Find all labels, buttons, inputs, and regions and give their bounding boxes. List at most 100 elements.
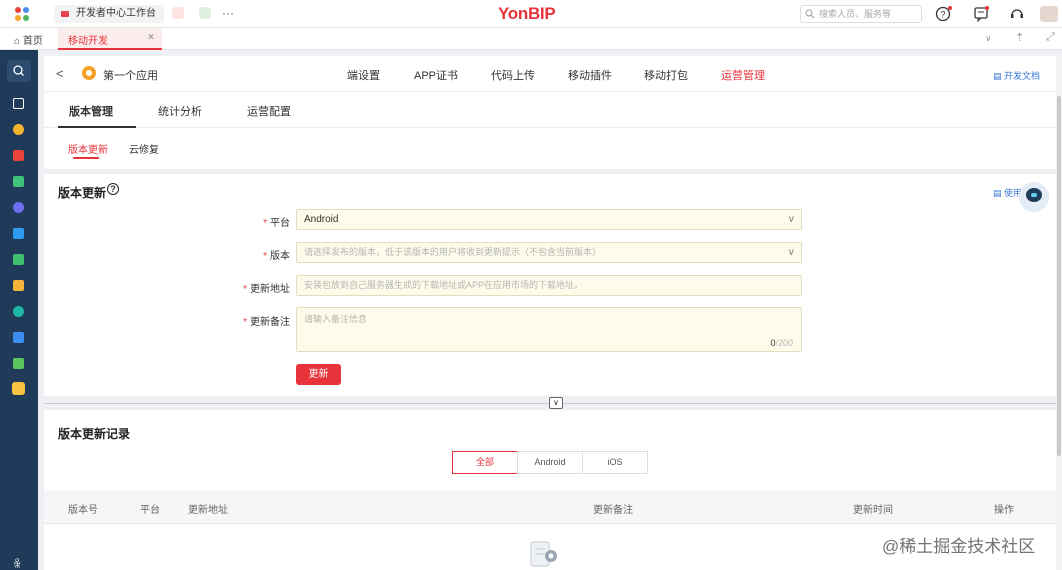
version-update-form: 版本更新 ? ▤ 使用 * 平台 Android ∨ * 版本 请选择发布的版本，低…: [44, 174, 1056, 396]
close-icon[interactable]: ×: [148, 32, 154, 43]
document-icon: ▤: [992, 188, 1004, 198]
tab-version-update[interactable]: 版本更新: [68, 141, 108, 156]
upload-icon[interactable]: ⇡: [1015, 31, 1024, 44]
sidebar-item-face-icon[interactable]: [12, 382, 25, 395]
col-actions: 操作: [994, 505, 1014, 516]
tab-bar: ⌂ 首页 移动开发 × ∨ ⇡ ⤢: [0, 28, 1062, 50]
help-icon[interactable]: ?: [935, 5, 953, 23]
home-tab[interactable]: ⌂ 首页: [14, 32, 43, 47]
col-update-note: 更新备注: [593, 505, 633, 516]
notification-icon[interactable]: [972, 5, 990, 23]
update-url-input[interactable]: 安装包放到自己服务器生成的下载地址或APP在应用市场的下载地址。: [296, 275, 802, 296]
filter-all[interactable]: 全部: [452, 451, 518, 474]
sidebar-item-grid-icon[interactable]: [13, 150, 24, 161]
workbench-tab[interactable]: 开发者中心工作台: [54, 5, 164, 23]
document-icon: ▤: [992, 71, 1004, 81]
nav-mobile-packaging[interactable]: 移动打包: [644, 67, 688, 83]
filter-android[interactable]: Android: [517, 451, 583, 474]
form-title: 版本更新: [58, 186, 107, 200]
sidebar-item-apps-icon[interactable]: [13, 98, 24, 109]
platform-label: * 平台: [263, 218, 290, 229]
workbench-icon: [61, 11, 69, 17]
collapse-toggle-icon[interactable]: ∨: [549, 397, 563, 409]
char-counter: 0/200: [770, 338, 793, 348]
col-update-url: 更新地址: [188, 505, 228, 516]
sidebar-item-tool-icon[interactable]: [13, 358, 24, 369]
support-icon[interactable]: [1008, 5, 1026, 23]
platform-value: Android: [304, 214, 339, 225]
filter-ios[interactable]: iOS: [582, 451, 648, 474]
sidebar-item-user-icon[interactable]: [13, 280, 24, 291]
tab-mobile-dev[interactable]: 移动开发 ×: [58, 28, 162, 50]
sub-tabs: 版本管理 统计分析 运营配置: [44, 92, 1056, 128]
home-icon: ⌂: [14, 36, 21, 47]
back-icon[interactable]: <: [56, 66, 64, 81]
message-icon[interactable]: [172, 7, 184, 19]
brand-logo: YonBIP: [498, 4, 556, 23]
sidebar-item-layer-icon[interactable]: [13, 306, 24, 317]
scrollbar[interactable]: [1056, 56, 1062, 570]
col-platform: 平台: [140, 505, 160, 516]
update-url-placeholder: 安装包放到自己服务器生成的下载地址或APP在应用市场的下载地址。: [304, 280, 584, 290]
active-tab-indicator: [58, 126, 136, 128]
tab-mobile-dev-label: 移动开发: [68, 36, 108, 47]
app-logo-icon: [82, 66, 96, 80]
tab-statistics[interactable]: 统计分析: [158, 103, 202, 119]
help-icon[interactable]: ?: [107, 183, 119, 195]
col-version: 版本号: [68, 505, 98, 516]
version-placeholder: 请选择发布的版本，低于该版本的用户将收到更新提示（不包含当前版本）: [304, 247, 602, 257]
update-note-label: * 更新备注: [243, 317, 290, 328]
nav-mobile-plugin[interactable]: 移动插件: [568, 67, 612, 83]
records-title: 版本更新记录: [58, 427, 131, 441]
nav-app-certificate[interactable]: APP证书: [414, 67, 458, 83]
active-subtab-indicator: [73, 157, 99, 159]
sidebar-item-team-icon[interactable]: [13, 332, 24, 343]
usage-link[interactable]: ▤ 使用: [993, 186, 1022, 199]
chevron-down-icon: ∨: [787, 214, 795, 225]
nav-operations[interactable]: 运营管理: [721, 67, 765, 83]
col-update-time: 更新时间: [853, 505, 893, 516]
global-search-input[interactable]: 搜索人员、服务等: [800, 5, 922, 23]
svg-text:?: ?: [941, 10, 946, 20]
dev-docs-label: 开发文档: [1003, 71, 1040, 81]
update-note-textarea[interactable]: 请输入备注信息 0/200: [296, 307, 802, 352]
empty-state-icon: [530, 541, 557, 567]
sidebar-user-icon[interactable]: ꆜ: [13, 556, 22, 570]
sidebar-item-modules-icon[interactable]: [13, 176, 24, 187]
dev-docs-link[interactable]: ▤ 开发文档: [993, 69, 1040, 82]
watermark: @稀土掘金技术社区: [882, 537, 1036, 556]
search-icon: [805, 9, 815, 19]
left-sidebar: ꆜ: [0, 50, 38, 570]
tab-version-management[interactable]: 版本管理: [69, 103, 113, 119]
records-table-header: 版本号 平台 更新地址 更新备注 更新时间 操作: [44, 490, 1056, 524]
assistant-robot-icon[interactable]: [1019, 182, 1049, 212]
workbench-tab-label: 开发者中心工作台: [76, 8, 156, 19]
app-header-card: < 第一个应用 端设置 APP证书 代码上传 移动插件 移动打包 运营管理 ▤ …: [44, 56, 1056, 169]
search-placeholder: 搜索人员、服务等: [819, 9, 892, 19]
nav-endpoint-settings[interactable]: 端设置: [347, 67, 380, 83]
version-label: * 版本: [263, 251, 290, 262]
update-button[interactable]: 更新: [296, 364, 341, 385]
update-note-placeholder: 请输入备注信息: [304, 314, 368, 324]
sidebar-item-circle-icon[interactable]: [13, 202, 24, 213]
platform-select[interactable]: Android ∨: [296, 209, 802, 230]
tab-cloud-fix[interactable]: 云修复: [129, 141, 159, 156]
tab-operation-config[interactable]: 运营配置: [247, 103, 291, 119]
sidebar-search-button[interactable]: [7, 60, 31, 82]
app-launcher-icon[interactable]: [14, 6, 30, 22]
more-icon[interactable]: ···: [222, 6, 234, 20]
sidebar-item-db-icon[interactable]: [13, 254, 24, 265]
app-name: 第一个应用: [103, 70, 158, 82]
sidebar-item-group-icon[interactable]: [13, 124, 24, 135]
chevron-down-icon[interactable]: ∨: [985, 33, 992, 44]
fullscreen-icon[interactable]: ⤢: [1046, 31, 1055, 44]
collapse-divider: ∨: [44, 396, 1056, 410]
app-header: < 第一个应用 端设置 APP证书 代码上传 移动插件 移动打包 运营管理 ▤ …: [44, 56, 1056, 92]
version-select[interactable]: 请选择发布的版本，低于该版本的用户将收到更新提示（不包含当前版本） ∨: [296, 242, 802, 263]
chat-icon[interactable]: [199, 7, 211, 19]
nav-code-upload[interactable]: 代码上传: [491, 67, 535, 83]
search-icon: [13, 65, 24, 76]
avatar[interactable]: [1040, 6, 1058, 22]
sidebar-item-doc-icon[interactable]: [13, 228, 24, 239]
home-tab-label: 首页: [22, 36, 43, 47]
